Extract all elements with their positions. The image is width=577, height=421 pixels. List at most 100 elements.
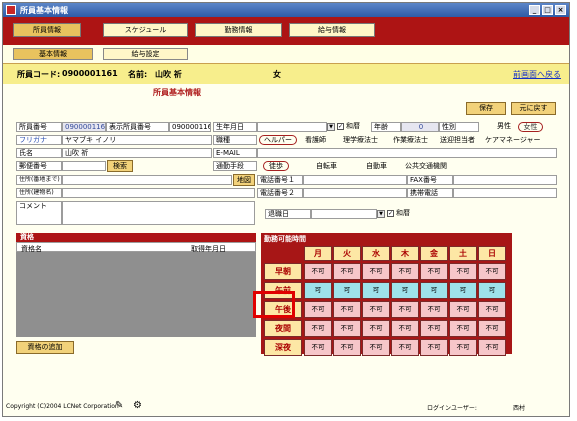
availability-cell[interactable]: 不可 xyxy=(362,301,390,318)
availability-cell[interactable]: 不可 xyxy=(304,320,332,337)
zip-label: 郵便番号 xyxy=(16,161,62,171)
settings-icon[interactable]: ⚙ xyxy=(133,400,142,411)
sex-female-option[interactable]: 女性 xyxy=(518,122,543,132)
maximize-button[interactable]: □ xyxy=(542,5,553,15)
add-qualification-button[interactable]: 資格の追加 xyxy=(16,341,74,354)
tab-schedule[interactable]: スケジュール xyxy=(103,23,188,37)
day-header: 金 xyxy=(420,246,448,261)
furigana-field[interactable]: ヤマブキ イノリ xyxy=(62,135,212,145)
tab-salary-info[interactable]: 給与情報 xyxy=(289,23,375,37)
job-option-caremanager[interactable]: ケアマネージャー xyxy=(485,136,541,145)
availability-cell[interactable]: 不可 xyxy=(362,339,390,356)
comment-field[interactable] xyxy=(62,201,255,225)
availability-cell[interactable]: 可 xyxy=(449,282,477,299)
availability-cell[interactable]: 不可 xyxy=(333,320,361,337)
retire-field[interactable] xyxy=(311,209,377,219)
phone2-field[interactable] xyxy=(303,188,407,198)
qualifications-header: 資格 xyxy=(16,233,256,242)
availability-cell[interactable]: 可 xyxy=(420,282,448,299)
birthday-field[interactable] xyxy=(257,122,327,132)
commute-option-car[interactable]: 自動車 xyxy=(366,162,387,171)
availability-cell[interactable]: 可 xyxy=(333,282,361,299)
day-header: 日 xyxy=(478,246,506,261)
retire-dropdown-icon[interactable]: ▼ xyxy=(377,210,385,218)
availability-cell[interactable]: 不可 xyxy=(449,320,477,337)
email-field[interactable] xyxy=(257,148,557,158)
commute-label: 通勤手段 xyxy=(213,161,257,171)
availability-cell[interactable]: 不可 xyxy=(362,263,390,280)
comment-label: コメント xyxy=(16,201,62,225)
building-field[interactable] xyxy=(62,188,255,198)
availability-cell[interactable]: 不可 xyxy=(420,320,448,337)
birthday-dropdown-icon[interactable]: ▼ xyxy=(327,123,335,131)
mobile-field[interactable] xyxy=(453,188,557,198)
day-header: 木 xyxy=(391,246,419,261)
back-link[interactable]: 前画面へ戻る xyxy=(513,69,561,80)
availability-cell[interactable]: 不可 xyxy=(304,263,332,280)
availability-cell[interactable]: 不可 xyxy=(304,301,332,318)
email-label: E-MAIL xyxy=(213,148,257,158)
close-button[interactable]: × xyxy=(555,5,566,15)
availability-header: 勤務可能時間 xyxy=(264,235,306,243)
copyright: Copyright (C)2004 LCNet Corporation xyxy=(6,403,119,410)
availability-cell[interactable]: 不可 xyxy=(391,301,419,318)
job-option-nurse[interactable]: 看護師 xyxy=(305,136,326,145)
availability-cell[interactable]: 不可 xyxy=(478,301,506,318)
revert-button[interactable]: 元に戻す xyxy=(511,102,556,115)
availability-cell[interactable]: 不可 xyxy=(478,339,506,356)
commute-option-public[interactable]: 公共交通機関 xyxy=(405,162,447,171)
minimize-button[interactable]: _ xyxy=(529,5,540,15)
availability-cell[interactable]: 不可 xyxy=(449,339,477,356)
availability-cell[interactable]: 不可 xyxy=(420,339,448,356)
availability-cell[interactable]: 不可 xyxy=(333,301,361,318)
wareki-checkbox[interactable]: ✓ xyxy=(337,123,344,130)
availability-cell[interactable]: 不可 xyxy=(420,301,448,318)
availability-cell[interactable]: 可 xyxy=(362,282,390,299)
availability-cell[interactable]: 不可 xyxy=(304,339,332,356)
commute-option-walk[interactable]: 徒歩 xyxy=(263,161,289,171)
availability-cell[interactable]: 不可 xyxy=(478,263,506,280)
availability-cell[interactable]: 可 xyxy=(304,282,332,299)
job-option-pt[interactable]: 理学療法士 xyxy=(343,136,378,145)
pen-icon[interactable]: ✎ xyxy=(115,400,123,411)
zip-field[interactable] xyxy=(62,161,106,171)
employee-gender: 女 xyxy=(273,70,281,79)
staff-no-field[interactable]: 0900001161 xyxy=(62,122,106,132)
phone1-field[interactable] xyxy=(303,175,407,185)
job-option-ot[interactable]: 作業療法士 xyxy=(393,136,428,145)
qualifications-list[interactable] xyxy=(16,252,256,337)
subtab-salary-settings[interactable]: 給与設定 xyxy=(103,48,188,60)
fax-field[interactable] xyxy=(453,175,557,185)
address-field[interactable] xyxy=(62,175,232,185)
availability-cell[interactable]: 不可 xyxy=(391,339,419,356)
display-no-label: 表示所員番号 xyxy=(106,122,169,132)
availability-cell[interactable]: 不可 xyxy=(478,320,506,337)
availability-cell[interactable]: 不可 xyxy=(362,320,390,337)
display-no-field[interactable]: 0900001161 xyxy=(169,122,211,132)
job-option-driver[interactable]: 送迎担当者 xyxy=(440,136,475,145)
section-title: 所員基本情報 xyxy=(153,88,201,97)
job-option-helper[interactable]: ヘルパー xyxy=(259,135,297,145)
save-button[interactable]: 保存 xyxy=(466,102,506,115)
tab-work-info[interactable]: 勤務情報 xyxy=(195,23,282,37)
window-title: 所員基本情報 xyxy=(20,6,68,15)
tab-staff-info[interactable]: 所員情報 xyxy=(13,23,81,37)
retire-wareki-checkbox[interactable]: ✓ xyxy=(387,210,394,217)
login-user-label: ログインユーザー: xyxy=(427,405,477,412)
availability-cell[interactable]: 不可 xyxy=(449,301,477,318)
zip-search-button[interactable]: 検索 xyxy=(107,160,133,172)
availability-cell[interactable]: 不可 xyxy=(333,263,361,280)
availability-cell[interactable]: 可 xyxy=(478,282,506,299)
availability-cell[interactable]: 不可 xyxy=(420,263,448,280)
availability-cell[interactable]: 不可 xyxy=(333,339,361,356)
availability-cell[interactable]: 不可 xyxy=(391,320,419,337)
availability-cell[interactable]: 不可 xyxy=(391,263,419,280)
availability-cell[interactable]: 可 xyxy=(391,282,419,299)
subtab-basic-info[interactable]: 基本情報 xyxy=(13,48,93,60)
commute-option-bicycle[interactable]: 自転車 xyxy=(316,162,337,171)
sub-tab-bar: 基本情報 給与設定 xyxy=(3,45,569,64)
sex-male-option[interactable]: 男性 xyxy=(497,122,511,131)
availability-cell[interactable]: 不可 xyxy=(449,263,477,280)
name-field[interactable]: 山吹 祈 xyxy=(62,148,212,158)
map-button[interactable]: 地図 xyxy=(233,174,255,186)
